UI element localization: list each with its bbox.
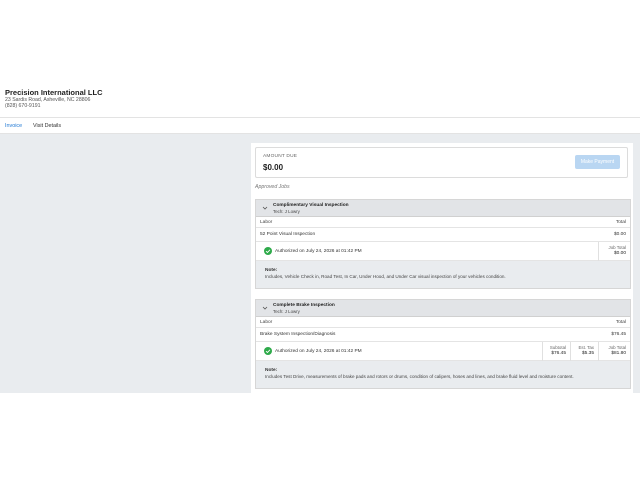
check-circle-icon: [264, 247, 272, 255]
subtotal-value: $76.45: [551, 350, 566, 356]
approved-jobs-title: Approved Jobs: [255, 184, 290, 190]
labor-item-name: 52 Point Visual Inspection: [260, 232, 316, 237]
job-header[interactable]: Complete Brake Inspection Tech: J Lowry: [256, 300, 630, 317]
job-title: Complimentary Visual Inspection: [273, 203, 349, 208]
job-total-cell: Job Total $0.00: [598, 242, 630, 261]
total-header: Total: [615, 220, 626, 225]
amount-due-card: AMOUNT DUE $0.00 Make Payment: [255, 147, 628, 178]
chevron-down-icon[interactable]: [262, 205, 268, 211]
total-header: Total: [615, 320, 626, 325]
labor-item-row: 52 Point Visual Inspection $0.00: [256, 228, 630, 242]
note-text: Includes Test Drive, measurements of bra…: [265, 374, 574, 379]
authorization-text: Authorized on July 24, 2026 at 01:42 PM: [275, 349, 362, 354]
labor-item-row: Brake System Inspection/Diagnosis $76.45: [256, 328, 630, 342]
job-note: Note: Includes Test Drive, measurements …: [256, 361, 630, 388]
labor-header: Labor: [260, 320, 273, 325]
authorization-row: Authorized on July 24, 2026 at 01:42 PM …: [256, 242, 630, 261]
invoice-panel: AMOUNT DUE $0.00 Make Payment Approved J…: [251, 143, 633, 393]
job-tech: Tech: J Lowry: [273, 309, 300, 314]
labor-item-total: $76.45: [611, 332, 626, 337]
labor-item-total: $0.00: [613, 232, 626, 237]
note-label: Note:: [265, 368, 278, 373]
company-phone: (828) 670-9191: [5, 103, 41, 110]
authorization-text: Authorized on July 24, 2026 at 01:42 PM: [275, 249, 362, 254]
tab-bar: Invoice Visit Details: [0, 117, 640, 135]
tab-invoice[interactable]: Invoice: [2, 118, 25, 135]
est-tax-value: $5.35: [581, 350, 594, 356]
job-total-value: $0.00: [613, 250, 626, 256]
subtotal-cell: Subtotal $76.45: [542, 342, 570, 361]
job-total-cell: Job Total $81.80: [598, 342, 630, 361]
main-content: AMOUNT DUE $0.00 Make Payment Approved J…: [0, 134, 640, 393]
job-total-value: $81.80: [611, 350, 626, 356]
check-circle-icon: [264, 347, 272, 355]
job-header[interactable]: Complimentary Visual Inspection Tech: J …: [256, 200, 630, 217]
company-info: Precision International LLC 23 Sardis Ro…: [5, 88, 103, 110]
labor-header-row: Labor Total: [256, 317, 630, 328]
note-text: Includes, Vehicle Check in, Road Test, I…: [265, 274, 506, 279]
job-card: Complete Brake Inspection Tech: J Lowry …: [255, 299, 631, 389]
est-tax-cell: Est. Tax $5.35: [570, 342, 598, 361]
tab-visit-details[interactable]: Visit Details: [33, 118, 61, 134]
labor-header: Labor: [260, 220, 273, 225]
labor-item-name: Brake System Inspection/Diagnosis: [260, 332, 336, 337]
job-card: Complimentary Visual Inspection Tech: J …: [255, 199, 631, 289]
make-payment-button[interactable]: Make Payment: [575, 155, 620, 169]
company-name: Precision International LLC: [5, 88, 103, 97]
amount-due-label: AMOUNT DUE: [263, 154, 298, 159]
note-label: Note:: [265, 268, 278, 273]
invoice-page: Precision International LLC 23 Sardis Ro…: [0, 0, 640, 480]
authorization-row: Authorized on July 24, 2026 at 01:42 PM …: [256, 342, 630, 361]
chevron-down-icon[interactable]: [262, 305, 268, 311]
labor-header-row: Labor Total: [256, 217, 630, 228]
job-tech: Tech: J Lowry: [273, 209, 300, 214]
amount-due-value: $0.00: [263, 163, 284, 172]
job-title: Complete Brake Inspection: [273, 303, 335, 308]
job-note: Note: Includes, Vehicle Check in, Road T…: [256, 261, 630, 288]
